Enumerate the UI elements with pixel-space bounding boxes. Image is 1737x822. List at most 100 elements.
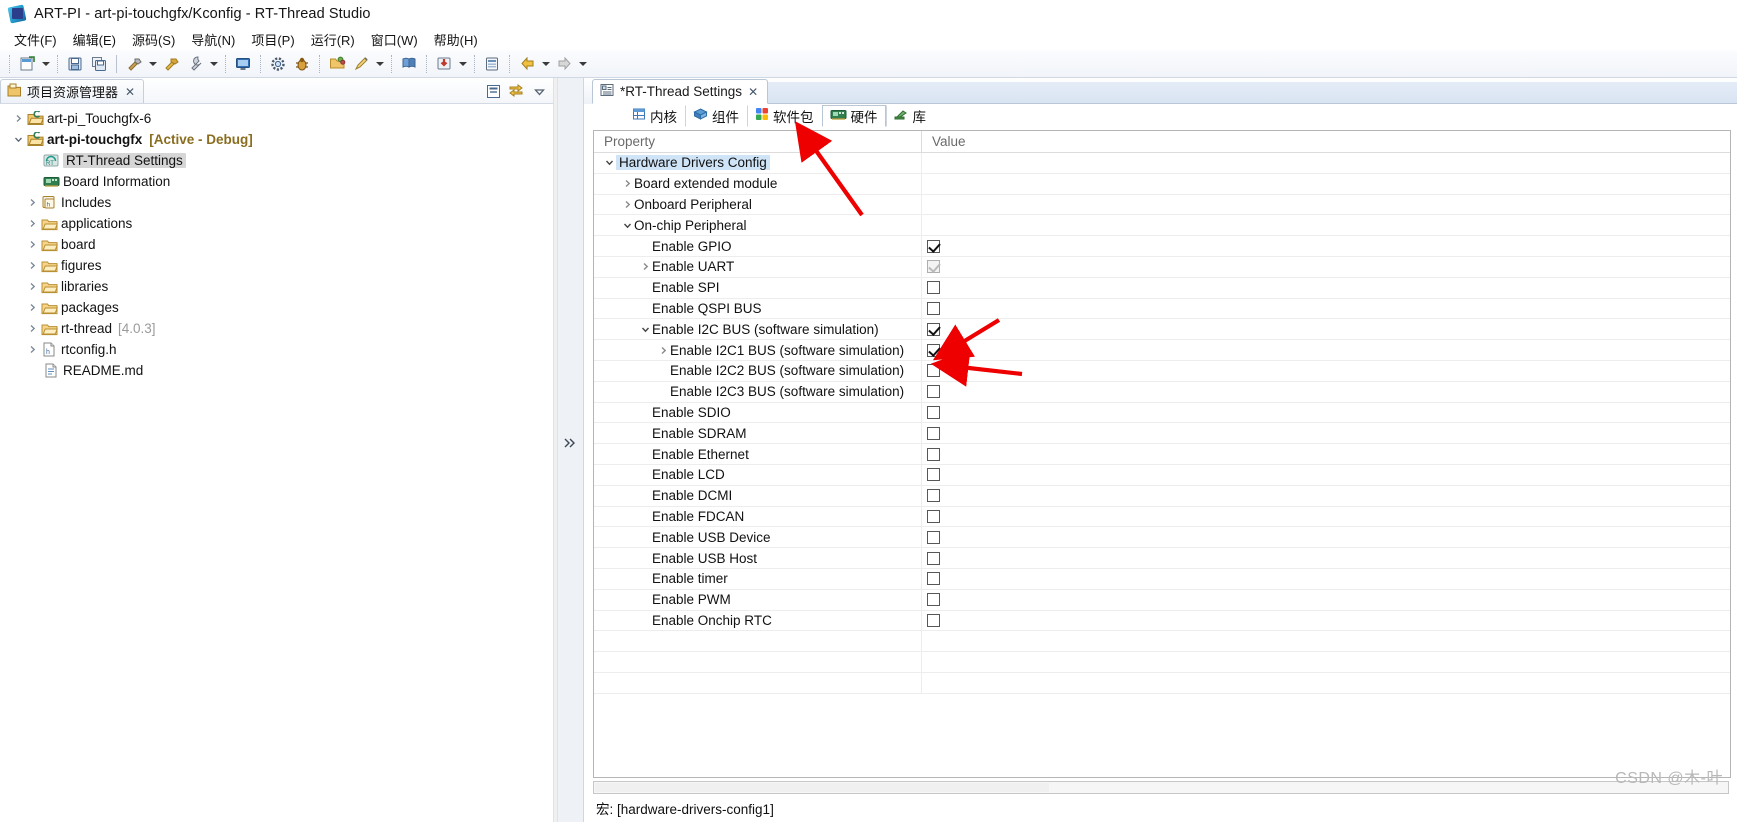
row-onboard-peripheral[interactable]: Onboard Peripheral (594, 194, 1730, 216)
chevron-right-icon[interactable] (638, 260, 652, 274)
cell-value[interactable] (922, 569, 1730, 589)
wrench-dropdown-arrow[interactable] (207, 53, 220, 75)
tree-item-rt-thread-settings[interactable]: RT RT-Thread Settings (0, 150, 553, 171)
row-enable-spi[interactable]: Enable SPI (594, 277, 1730, 299)
cell-value[interactable] (922, 257, 1730, 277)
menu-help[interactable]: 帮助(H) (426, 28, 486, 51)
book-icon[interactable] (398, 53, 420, 75)
debug-bug-icon[interactable] (291, 53, 313, 75)
row-on-chip-peripheral[interactable]: On-chip Peripheral (594, 215, 1730, 237)
cell-property[interactable]: Enable USB Device (594, 527, 922, 548)
clean-build-icon[interactable] (160, 53, 182, 75)
cell-value[interactable] (922, 673, 1730, 693)
cell-property[interactable] (594, 652, 922, 672)
chevron-right-icon[interactable] (24, 195, 40, 211)
cell-property[interactable]: Enable QSPI BUS (594, 298, 922, 319)
settings-gear-icon[interactable] (267, 53, 289, 75)
chevron-right-icon[interactable] (24, 216, 40, 232)
checkbox-enable-i2c1-bus[interactable] (927, 343, 940, 357)
cell-property[interactable]: Enable timer (594, 568, 922, 589)
row-enable-lcd[interactable]: Enable LCD (594, 464, 1730, 486)
menu-project[interactable]: 项目(P) (243, 28, 302, 51)
row-enable-i2c1-bus[interactable]: Enable I2C1 BUS (software simulation) (594, 340, 1730, 361)
row-hardware-drivers-config[interactable]: Hardware Drivers Config (594, 153, 1730, 174)
menu-window[interactable]: 窗口(W) (363, 28, 426, 51)
chevron-right-icon[interactable] (24, 258, 40, 274)
new-file-icon[interactable] (16, 53, 38, 75)
row-enable-timer[interactable]: Enable timer (594, 568, 1730, 590)
download-package-icon[interactable] (433, 53, 455, 75)
checkbox-enable-i2c3-bus[interactable] (927, 385, 940, 399)
chevron-right-icon[interactable] (24, 300, 40, 316)
chevron-down-icon[interactable] (10, 132, 26, 148)
cell-value[interactable] (922, 340, 1730, 360)
checkbox-enable-i2c-bus[interactable] (927, 322, 940, 336)
forward-arrow-icon[interactable] (553, 53, 575, 75)
cell-property[interactable] (594, 631, 922, 652)
row-blank-3[interactable] (594, 672, 1730, 694)
tree-item-rt-thread[interactable]: rt-thread [4.0.3] (0, 318, 553, 339)
row-enable-pwm[interactable]: Enable PWM (594, 589, 1730, 611)
row-blank-1[interactable] (594, 631, 1730, 653)
tree-item-includes[interactable]: h Includes (0, 192, 553, 213)
chevron-right-icon[interactable] (24, 237, 40, 253)
cell-property[interactable]: Enable PWM (594, 589, 922, 610)
cell-value[interactable] (922, 465, 1730, 485)
cell-property[interactable] (594, 672, 922, 693)
chevron-down-icon[interactable] (620, 218, 634, 232)
row-enable-i2c-bus[interactable]: Enable I2C BUS (software simulation) (594, 319, 1730, 341)
checkbox-enable-dcmi[interactable] (927, 489, 940, 503)
download-dropdown-arrow[interactable] (456, 53, 469, 75)
cell-value[interactable] (922, 215, 1730, 235)
cell-property[interactable]: Enable UART (594, 256, 922, 277)
tree-item-libraries[interactable]: libraries (0, 276, 553, 297)
save-all-icon[interactable] (88, 53, 110, 75)
chevron-right-icon[interactable] (656, 343, 670, 357)
checkbox-enable-timer[interactable] (927, 572, 940, 586)
chevron-right-icon[interactable] (24, 279, 40, 295)
row-blank-2[interactable] (594, 652, 1730, 673)
checkbox-enable-pwm[interactable] (927, 593, 940, 607)
checkbox-enable-qspi-bus[interactable] (927, 301, 940, 315)
cell-property[interactable]: Enable I2C BUS (software simulation) (594, 319, 922, 340)
row-enable-i2c2-bus[interactable]: Enable I2C2 BUS (software simulation) (594, 360, 1730, 382)
tab-project-explorer[interactable]: 项目资源管理器 ✕ (0, 79, 145, 103)
row-enable-sdram[interactable]: Enable SDRAM (594, 423, 1730, 445)
cell-property[interactable]: Enable FDCAN (594, 506, 922, 527)
menu-file[interactable]: 文件(F) (6, 28, 65, 51)
checkbox-enable-spi[interactable] (927, 281, 940, 295)
column-header-property[interactable]: Property (594, 131, 922, 152)
new-file-dropdown-arrow[interactable] (39, 53, 52, 75)
tree-item-board[interactable]: board (0, 234, 553, 255)
row-enable-onchip-rtc[interactable]: Enable Onchip RTC (594, 610, 1730, 632)
cell-property[interactable]: Enable SDIO (594, 402, 922, 423)
checkbox-enable-i2c2-bus[interactable] (927, 364, 940, 378)
cell-value[interactable] (922, 444, 1730, 464)
cell-value[interactable] (922, 195, 1730, 215)
terminal-icon[interactable] (481, 53, 503, 75)
chevron-right-icon[interactable] (10, 111, 26, 127)
chevron-right-icon[interactable] (620, 197, 634, 211)
row-enable-gpio[interactable]: Enable GPIO (594, 236, 1730, 257)
checkbox-enable-gpio[interactable] (927, 239, 940, 253)
row-board-extended-module[interactable]: Board extended module (594, 173, 1730, 195)
cfg-tab-library[interactable]: 库 (885, 104, 935, 127)
cell-property[interactable]: Enable USB Host (594, 548, 922, 568)
checkbox-enable-sdram[interactable] (927, 426, 940, 440)
back-arrow-icon[interactable] (516, 53, 538, 75)
cell-property[interactable]: Enable Onchip RTC (594, 610, 922, 631)
view-menu-icon[interactable] (531, 83, 547, 99)
cell-property[interactable]: On-chip Peripheral (594, 215, 922, 236)
menu-navigate[interactable]: 导航(N) (183, 28, 243, 51)
link-with-editor-icon[interactable] (508, 83, 524, 99)
forward-dropdown-arrow[interactable] (576, 53, 589, 75)
cfg-tab-components[interactable]: 组件 (685, 104, 747, 127)
row-enable-dcmi[interactable]: Enable DCMI (594, 485, 1730, 507)
menu-edit[interactable]: 编辑(E) (65, 28, 124, 51)
collapse-all-icon[interactable] (485, 83, 501, 99)
cell-property[interactable]: Enable Ethernet (594, 444, 922, 464)
horizontal-scrollbar[interactable] (593, 781, 1729, 794)
checkbox-enable-onchip-rtc[interactable] (927, 613, 940, 627)
cell-value[interactable] (922, 319, 1730, 339)
cell-value[interactable] (922, 507, 1730, 527)
